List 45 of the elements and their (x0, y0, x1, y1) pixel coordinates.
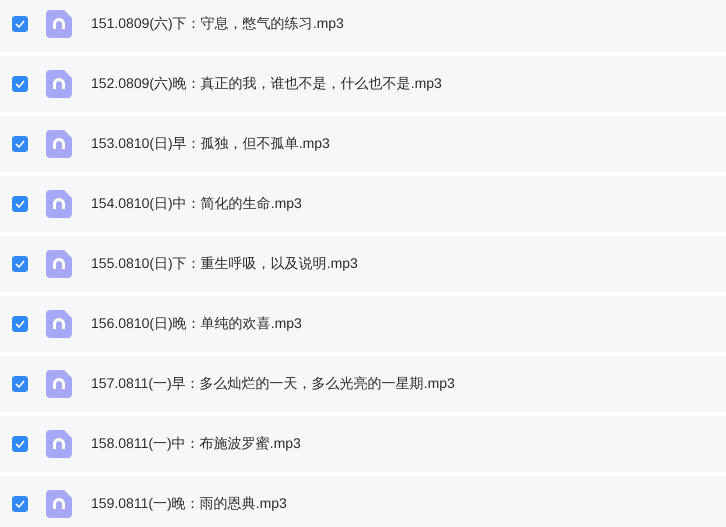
file-row[interactable]: 157.0811(一)早：多么灿烂的一天，多么光亮的一星期.mp3 (0, 356, 726, 412)
checkbox[interactable] (12, 76, 28, 92)
check-icon (15, 320, 25, 328)
file-row[interactable]: 154.0810(日)中：简化的生命.mp3 (0, 176, 726, 232)
audio-file-icon (46, 70, 72, 98)
file-name: 157.0811(一)早：多么灿烂的一天，多么光亮的一星期.mp3 (91, 375, 455, 393)
checkbox[interactable] (12, 256, 28, 272)
checkbox[interactable] (12, 436, 28, 452)
audio-file-icon (46, 10, 72, 38)
checkbox[interactable] (12, 496, 28, 512)
file-row[interactable]: 151.0809(六)下：守息，憋气的练习.mp3 (0, 0, 726, 52)
check-icon (15, 80, 25, 88)
file-name: 154.0810(日)中：简化的生命.mp3 (91, 195, 302, 213)
checkbox[interactable] (12, 316, 28, 332)
check-icon (15, 20, 25, 28)
file-row[interactable]: 159.0811(一)晚：雨的恩典.mp3 (0, 476, 726, 527)
file-name: 158.0811(一)中：布施波罗蜜.mp3 (91, 435, 301, 453)
audio-file-icon (46, 310, 72, 338)
audio-file-icon (46, 490, 72, 518)
file-name: 151.0809(六)下：守息，憋气的练习.mp3 (91, 15, 344, 33)
file-name: 152.0809(六)晚：真正的我，谁也不是，什么也不是.mp3 (91, 75, 442, 93)
file-name: 155.0810(日)下：重生呼吸，以及说明.mp3 (91, 255, 358, 273)
file-name: 153.0810(日)早：孤独，但不孤单.mp3 (91, 135, 330, 153)
check-icon (15, 440, 25, 448)
file-row[interactable]: 158.0811(一)中：布施波罗蜜.mp3 (0, 416, 726, 472)
checkbox[interactable] (12, 196, 28, 212)
audio-file-icon (46, 370, 72, 398)
file-row[interactable]: 153.0810(日)早：孤独，但不孤单.mp3 (0, 116, 726, 172)
check-icon (15, 500, 25, 508)
check-icon (15, 380, 25, 388)
checkbox[interactable] (12, 16, 28, 32)
check-icon (15, 260, 25, 268)
audio-file-icon (46, 190, 72, 218)
audio-file-icon (46, 430, 72, 458)
checkbox[interactable] (12, 136, 28, 152)
file-name: 159.0811(一)晚：雨的恩典.mp3 (91, 495, 287, 513)
audio-file-icon (46, 130, 72, 158)
check-icon (15, 140, 25, 148)
file-name: 156.0810(日)晚：单纯的欢喜.mp3 (91, 315, 302, 333)
file-row[interactable]: 155.0810(日)下：重生呼吸，以及说明.mp3 (0, 236, 726, 292)
checkbox[interactable] (12, 376, 28, 392)
file-row[interactable]: 156.0810(日)晚：单纯的欢喜.mp3 (0, 296, 726, 352)
audio-file-icon (46, 250, 72, 278)
check-icon (15, 200, 25, 208)
file-row[interactable]: 152.0809(六)晚：真正的我，谁也不是，什么也不是.mp3 (0, 56, 726, 112)
